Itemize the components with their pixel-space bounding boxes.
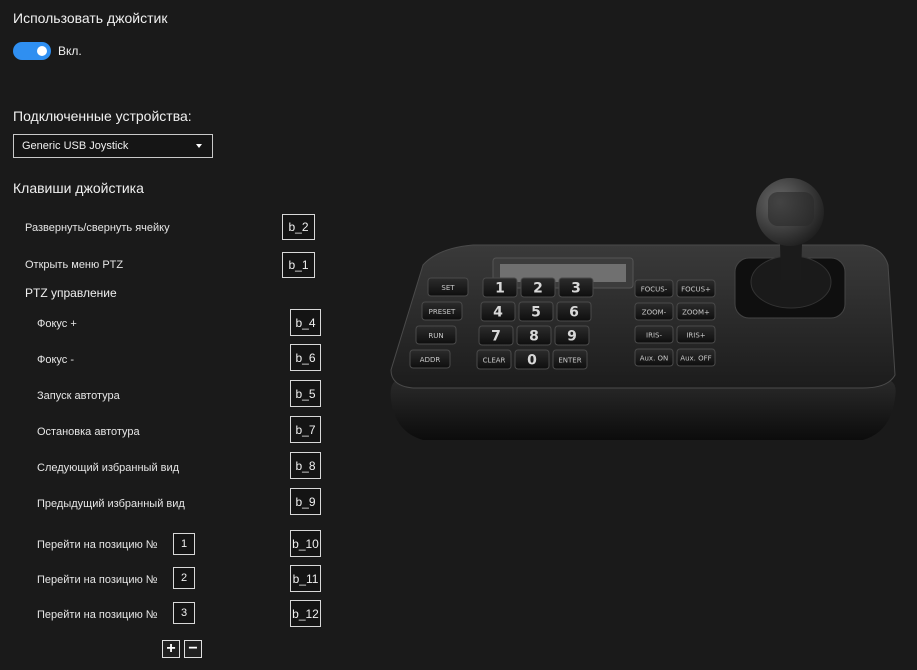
device-select[interactable]: Generic USB Joystick <box>13 134 213 158</box>
goto-position-label: Перейти на позицию № <box>37 574 158 586</box>
joystick-grip <box>768 192 814 226</box>
keyboard-key-label: 6 <box>569 305 579 321</box>
keyboard-key-label: Aux. OFF <box>680 355 711 363</box>
keyboard-key-label: ZOOM- <box>642 309 667 317</box>
start-autotour-key-field[interactable]: b_5 <box>290 380 321 407</box>
toggle-label: Вкл. <box>58 44 82 58</box>
toggle-knob <box>37 46 47 56</box>
keyboard-key-label: PRESET <box>429 308 456 316</box>
goto-position-key-field[interactable]: b_11 <box>290 565 321 592</box>
connected-devices-title: Подключенные устройства: <box>13 108 192 124</box>
keyboard-key-label: IRIS- <box>646 332 662 340</box>
ptz-control-title: PTZ управление <box>25 286 117 300</box>
stop-autotour-label: Остановка автотура <box>37 426 140 438</box>
position-number-field[interactable]: 3 <box>173 602 195 624</box>
position-number-field[interactable]: 2 <box>173 567 195 589</box>
keyboard-key-label: 2 <box>533 281 543 297</box>
focus-minus-label: Фокус - <box>37 354 75 366</box>
keyboard-key-label: ENTER <box>558 357 581 365</box>
keyboard-key-label: 3 <box>571 281 581 297</box>
expand-cell-label: Развернуть/свернуть ячейку <box>25 222 170 234</box>
position-number-field[interactable]: 1 <box>173 533 195 555</box>
goto-position-label: Перейти на позицию № <box>37 539 158 551</box>
focus-plus-label: Фокус + <box>37 318 77 330</box>
keyboard-key-label: FOCUS+ <box>681 286 711 294</box>
keyboard-key-label: IRIS+ <box>686 332 705 340</box>
keyboard-key-label: SET <box>441 284 455 292</box>
keyboard-key-label: CLEAR <box>483 357 506 365</box>
add-position-button[interactable]: + <box>162 640 180 658</box>
keyboard-key-label: 4 <box>493 305 503 321</box>
next-favorite-key-field[interactable]: b_8 <box>290 452 321 479</box>
goto-position-label: Перейти на позицию № <box>37 609 158 621</box>
stop-autotour-key-field[interactable]: b_7 <box>290 416 321 443</box>
keyboard-key-label: 8 <box>529 329 539 345</box>
next-favorite-label: Следующий избранный вид <box>37 462 180 474</box>
use-joystick-title: Использовать джойстик <box>13 10 168 26</box>
keyboard-key-label: 9 <box>567 329 577 345</box>
focus-plus-key-field[interactable]: b_4 <box>290 309 321 336</box>
expand-cell-key-field[interactable]: b_2 <box>282 214 315 240</box>
joystick-keys-title: Клавиши джойстика <box>13 180 144 196</box>
keyboard-key-label: RUN <box>428 332 443 340</box>
goto-position-key-field[interactable]: b_10 <box>290 530 321 557</box>
prev-favorite-label: Предыдущий избранный вид <box>37 498 185 510</box>
prev-favorite-key-field[interactable]: b_9 <box>290 488 321 515</box>
use-joystick-toggle[interactable] <box>13 42 51 60</box>
start-autotour-label: Запуск автотура <box>37 390 120 402</box>
ptz-menu-label: Открыть меню PTZ <box>25 259 124 271</box>
keyboard-base <box>390 380 896 440</box>
device-select-value: Generic USB Joystick <box>22 140 129 152</box>
minus-icon: − <box>188 640 198 657</box>
ptz-menu-key-field[interactable]: b_1 <box>282 252 315 278</box>
keyboard-key-label: Aux. ON <box>640 355 669 363</box>
goto-position-key-field[interactable]: b_12 <box>290 600 321 627</box>
keyboard-key-label: 7 <box>491 329 501 345</box>
keyboard-key-label: FOCUS- <box>641 286 668 294</box>
focus-minus-key-field[interactable]: b_6 <box>290 344 321 371</box>
keyboard-key-label: ADDR <box>420 356 441 364</box>
ptz-keyboard-image: SET PRESET RUN ADDR 1 2 3 4 5 6 7 8 9 CLEAR 0 ENTER FO… <box>383 170 913 470</box>
ptz-keyboard-illustration: SET PRESET RUN ADDR 1 2 3 4 5 6 7 8 9 CLEAR 0 ENTER FO… <box>390 178 896 440</box>
chevron-down-icon <box>196 144 202 148</box>
keyboard-key-label: 0 <box>527 353 537 369</box>
keyboard-key-label: 1 <box>495 281 505 297</box>
plus-icon: + <box>166 640 176 657</box>
keyboard-key-label: 5 <box>531 305 541 321</box>
remove-position-button[interactable]: − <box>184 640 202 658</box>
keyboard-key-label: ZOOM+ <box>682 309 710 317</box>
